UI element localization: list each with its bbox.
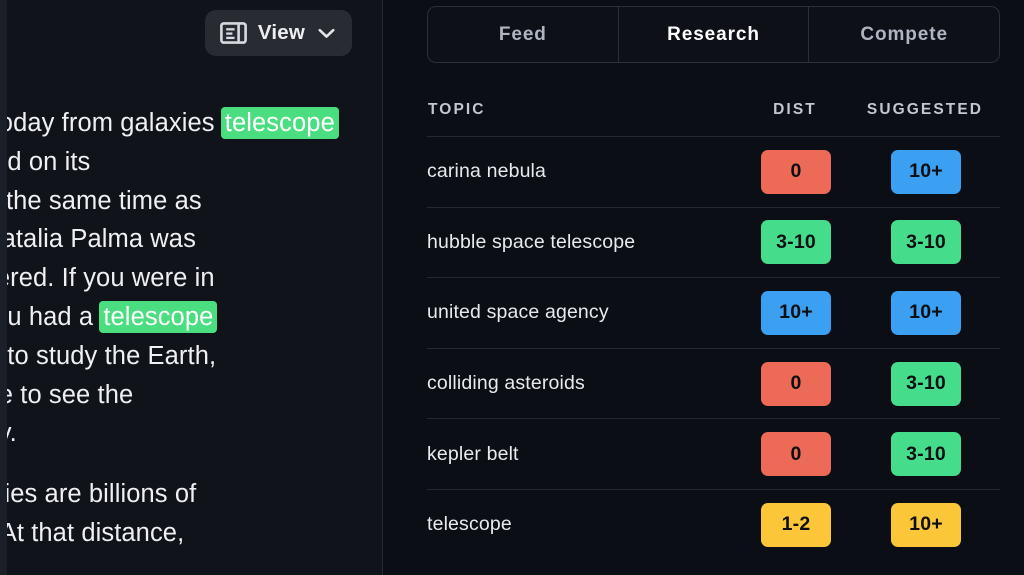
dist-badge[interactable]: 10+: [761, 291, 831, 335]
tab-bar: FeedResearchCompete: [427, 6, 1000, 63]
layout-panel-icon: [220, 21, 247, 45]
suggested-badge[interactable]: 10+: [891, 503, 961, 547]
view-button[interactable]: View: [205, 10, 352, 56]
dist-cell: 3-10: [740, 220, 852, 264]
topic-label: carina nebula: [427, 160, 740, 183]
dist-cell: 0: [740, 432, 852, 476]
topic-label: united space agency: [427, 301, 740, 324]
tab-compete[interactable]: Compete: [809, 7, 999, 62]
document-paragraph: see today from galaxies telescope starte…: [7, 104, 382, 453]
dist-badge[interactable]: 0: [761, 432, 831, 476]
document-text-run: ough to study the Earth, e able to see t…: [7, 342, 216, 448]
suggested-cell: 3-10: [852, 432, 1000, 476]
dist-cell: 10+: [740, 291, 852, 335]
suggested-cell: 3-10: [852, 362, 1000, 406]
chevron-down-icon: [316, 28, 335, 39]
suggested-badge[interactable]: 3-10: [891, 220, 961, 264]
highlighted-term: telescope: [221, 107, 339, 139]
dist-badge[interactable]: 3-10: [761, 220, 831, 264]
document-toolbar: View: [7, 0, 382, 66]
dist-cell: 0: [740, 150, 852, 194]
suggested-cell: 10+: [852, 503, 1000, 547]
document-text-run: see today from galaxies: [7, 109, 222, 137]
document-panel: View see today from galaxies telescope s…: [7, 0, 382, 575]
suggested-cell: 10+: [852, 291, 1000, 335]
research-panel: FeedResearchCompete TOPIC DIST SUGGESTED…: [383, 0, 1024, 575]
suggested-badge[interactable]: 10+: [891, 150, 961, 194]
left-edge-strip: [0, 0, 7, 575]
document-paragraph: galaxies are billions of way. At that di…: [7, 475, 382, 553]
table-row[interactable]: carina nebula 0 10+: [427, 136, 1000, 207]
topic-label: kepler belt: [427, 443, 740, 466]
topic-label: telescope: [427, 513, 740, 536]
suggested-cell: 3-10: [852, 220, 1000, 264]
document-text-run: galaxies are billions of way. At that di…: [7, 480, 196, 547]
table-row[interactable]: kepler belt 0 3-10: [427, 418, 1000, 489]
dist-cell: 1-2: [740, 503, 852, 547]
dist-badge[interactable]: 0: [761, 150, 831, 194]
view-button-label: View: [258, 23, 305, 44]
table-row[interactable]: colliding asteroids 0 3-10: [427, 348, 1000, 419]
suggested-badge[interactable]: 3-10: [891, 362, 961, 406]
column-header-topic: TOPIC: [428, 101, 739, 119]
column-header-dist: DIST: [739, 101, 851, 119]
dist-cell: 0: [740, 362, 852, 406]
topic-label: hubble space telescope: [427, 231, 740, 254]
document-body-text: see today from galaxies telescope starte…: [7, 104, 382, 575]
table-header-row: TOPIC DIST SUGGESTED: [427, 84, 1000, 136]
table-row[interactable]: hubble space telescope 3-10 3-10: [427, 207, 1000, 278]
tab-feed[interactable]: Feed: [428, 7, 619, 62]
dist-badge[interactable]: 0: [761, 362, 831, 406]
suggested-badge[interactable]: 10+: [891, 291, 961, 335]
table-row[interactable]: united space agency 10+ 10+: [427, 277, 1000, 348]
app-root: View see today from galaxies telescope s…: [0, 0, 1024, 575]
tab-research[interactable]: Research: [619, 7, 810, 62]
highlighted-term: telescope: [99, 301, 217, 333]
topic-table: carina nebula 0 10+ hubble space telescope 3…: [427, 136, 1000, 560]
table-row[interactable]: telescope 1-2 10+: [427, 489, 1000, 560]
column-header-suggested: SUGGESTED: [851, 101, 999, 119]
suggested-cell: 10+: [852, 150, 1000, 194]
topic-label: colliding asteroids: [427, 372, 740, 395]
document-text-run: started on its us at the same time as Dr…: [7, 109, 345, 331]
dist-badge[interactable]: 1-2: [761, 503, 831, 547]
suggested-badge[interactable]: 3-10: [891, 432, 961, 476]
